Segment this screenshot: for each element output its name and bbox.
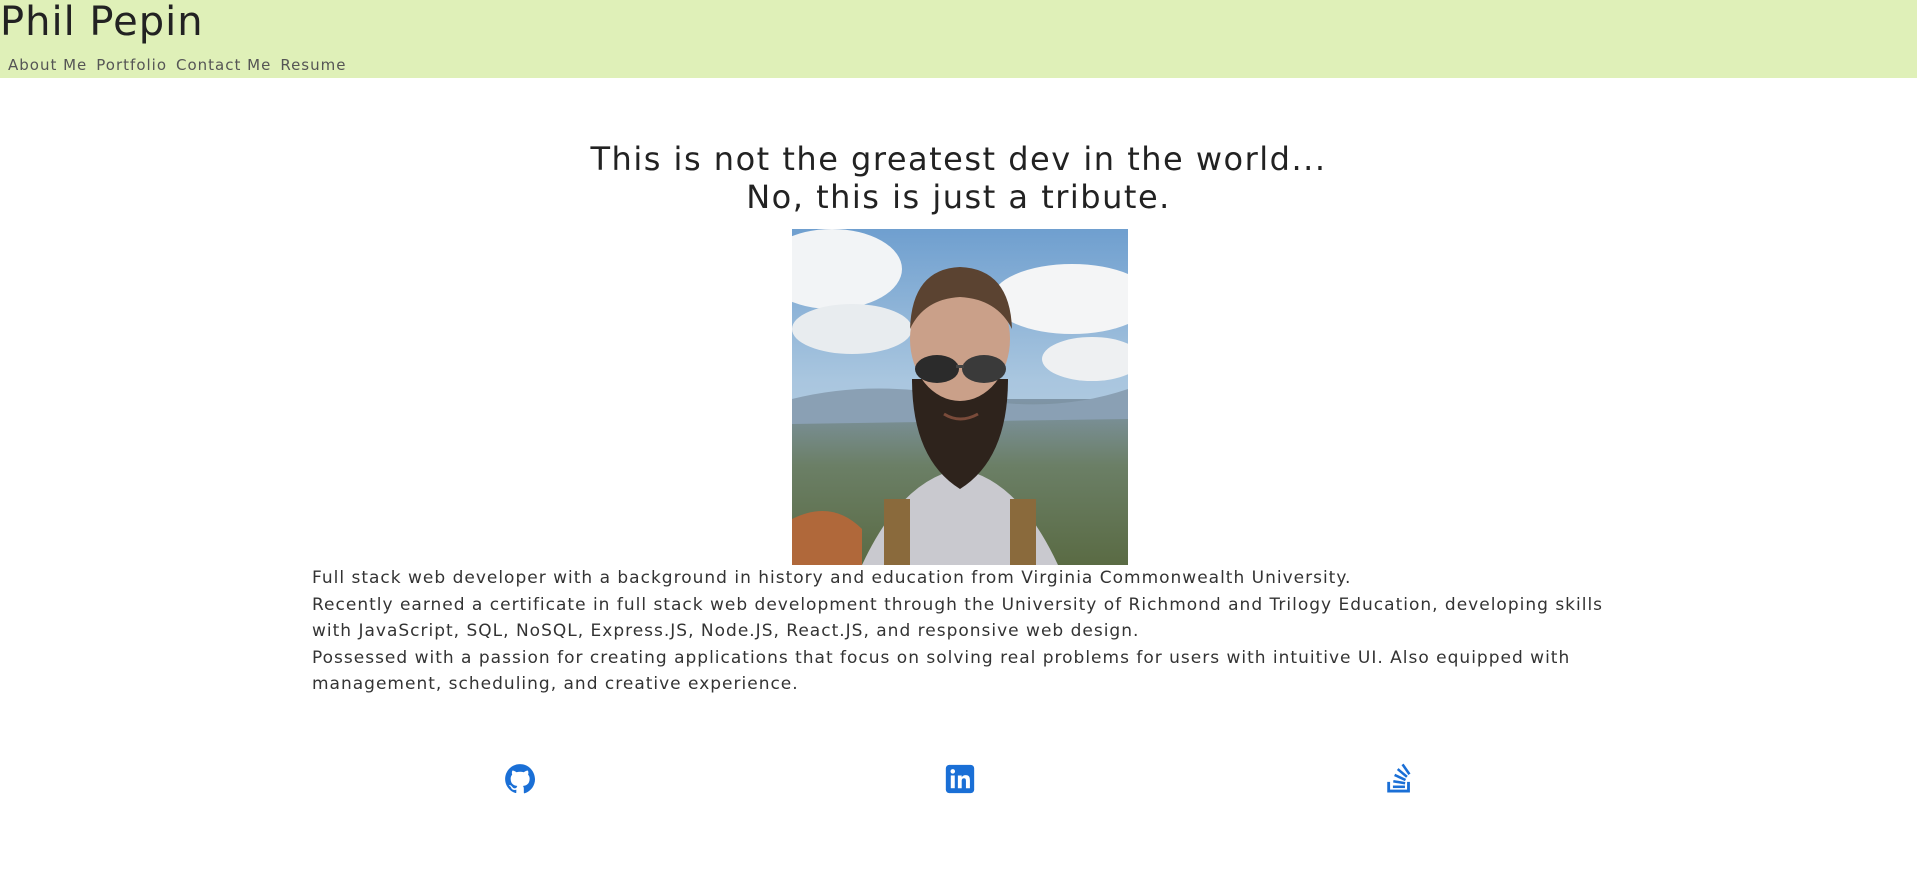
nav-about-me[interactable]: About Me [8, 56, 87, 74]
nav-resume[interactable]: Resume [280, 56, 346, 74]
profile-photo [792, 229, 1128, 565]
linkedin-link[interactable] [943, 762, 977, 796]
main-nav: About Me Portfolio Contact Me Resume [8, 56, 346, 74]
stackoverflow-link[interactable] [1383, 762, 1417, 796]
site-title: Phil Pepin [0, 0, 204, 45]
bio-text: Full stack web developer with a backgrou… [312, 565, 1612, 698]
bio-paragraph-2: Recently earned a certificate in full st… [312, 594, 1604, 642]
nav-portfolio[interactable]: Portfolio [96, 56, 167, 74]
social-links [0, 762, 1917, 798]
stackoverflow-icon [1387, 763, 1411, 793]
bio-paragraph-3: Possessed with a passion for creating ap… [312, 647, 1571, 695]
linkedin-icon [945, 764, 975, 794]
hero-line-2: No, this is just a tribute. [746, 178, 1171, 216]
bio-paragraph-1: Full stack web developer with a backgrou… [312, 568, 1352, 588]
site-header: Phil Pepin About Me Portfolio Contact Me… [0, 0, 1917, 78]
hero-line-1: This is not the greatest dev in the worl… [590, 140, 1327, 178]
github-link[interactable] [503, 762, 537, 796]
nav-contact-me[interactable]: Contact Me [176, 56, 271, 74]
github-icon [505, 764, 536, 794]
hero-heading: This is not the greatest dev in the worl… [0, 140, 1917, 216]
